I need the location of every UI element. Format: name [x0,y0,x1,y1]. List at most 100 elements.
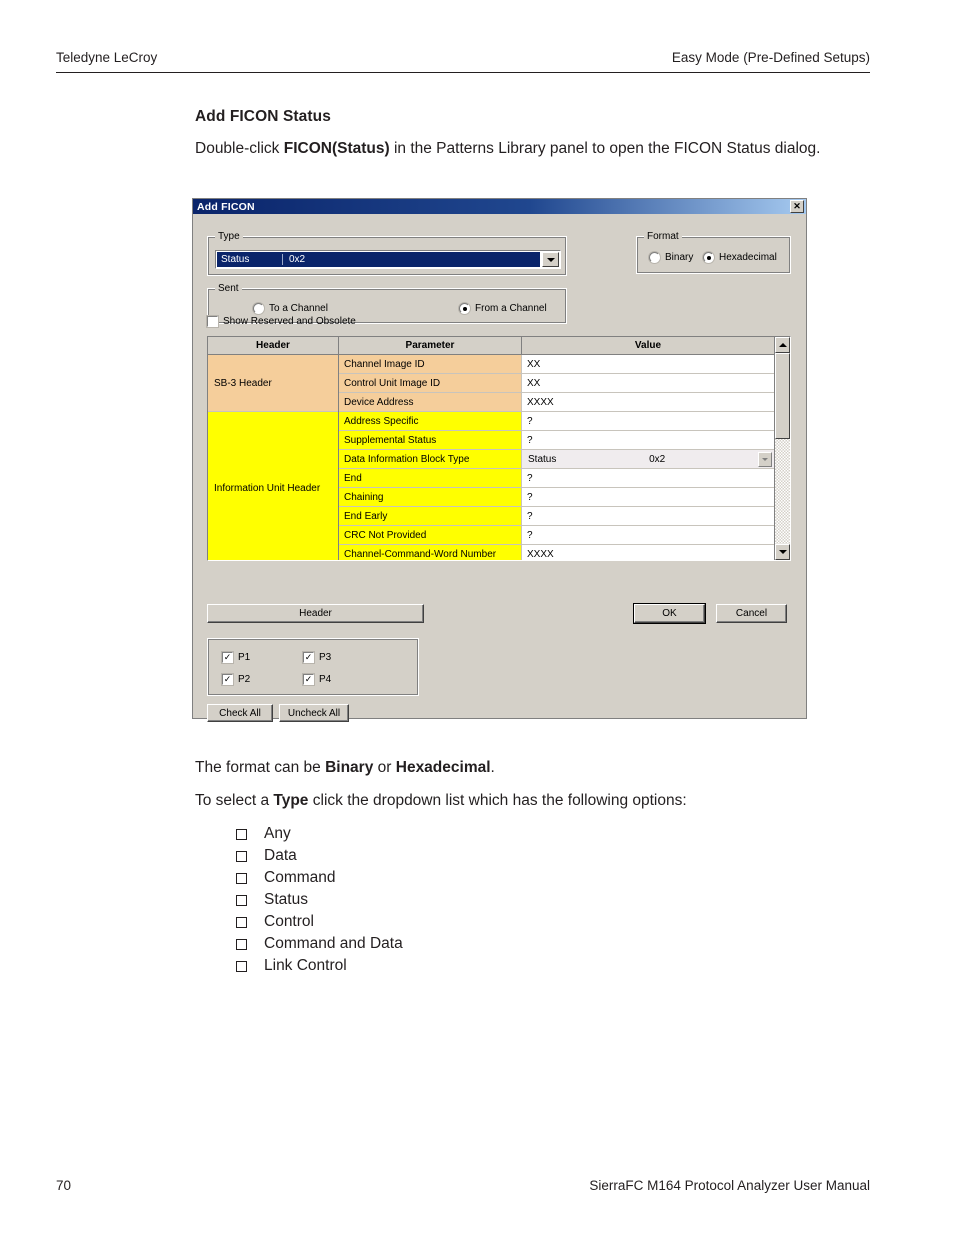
checkbox-p2-label: P2 [238,674,251,685]
row-parameter: Data Information Block Type [339,450,522,469]
table-row[interactable]: End Early ? [339,507,774,526]
scrollbar-track[interactable] [775,353,790,544]
chevron-down-icon[interactable] [542,252,559,267]
uncheck-all-button[interactable]: Uncheck All [279,704,349,722]
row-parameter: End Early [339,507,522,526]
row-value[interactable]: XXXX [522,393,774,412]
type-group-label: Type [215,231,243,242]
row-value[interactable]: ? [522,526,774,545]
intro-prefix: Double-click [195,140,284,157]
radio-hexadecimal[interactable]: Hexadecimal [703,252,777,263]
row-value[interactable]: XX [522,374,774,393]
table-row[interactable]: Channel Image ID XX [339,355,774,374]
list-item: Command and Data [236,933,656,955]
select-bold-type: Type [273,792,309,809]
close-icon[interactable]: ✕ [790,200,804,213]
radio-hexadecimal-label: Hexadecimal [719,252,777,263]
table-row[interactable]: Data Information Block Type Status 0x2 [339,450,774,469]
table-row[interactable]: Channel-Command-Word Number XXXX [339,545,774,560]
table-row[interactable]: Device Address XXXX [339,393,774,412]
type-options-list: Any Data Command Status Control Command … [236,823,656,977]
format-group-label: Format [644,231,682,242]
chevron-down-icon[interactable] [757,451,772,467]
checkbox-icon-checked: ✓ [303,652,314,663]
row-value[interactable]: XX [522,355,774,374]
list-item-label: Command and Data [264,935,403,952]
list-item: Status [236,889,656,911]
row-parameter: Channel Image ID [339,355,522,374]
row-value[interactable]: ? [522,431,774,450]
list-item-label: Control [264,913,314,930]
row-parameter: Supplemental Status [339,431,522,450]
check-all-button[interactable]: Check All [207,704,273,722]
group-name-column: SB-3 Header Information Unit Header [208,355,339,560]
bullet-square-icon [236,850,247,862]
bullet-square-icon [236,872,247,884]
show-reserved-label: Show Reserved and Obsolete [223,316,356,327]
table-row[interactable]: CRC Not Provided ? [339,526,774,545]
checkbox-p4[interactable]: ✓ P4 [303,674,331,685]
row-parameter: CRC Not Provided [339,526,522,545]
header-button[interactable]: Header [207,604,424,623]
page-footer: 70 SierraFC M164 Protocol Analyzer User … [56,1178,870,1193]
type-selected-name: Status [217,254,283,265]
footer-manual-title: SierraFC M164 Protocol Analyzer User Man… [589,1178,870,1193]
dialog-titlebar[interactable]: Add FICON ✕ [193,199,806,214]
checkbox-p2[interactable]: ✓ P2 [222,674,250,685]
checkbox-p3[interactable]: ✓ P3 [303,652,331,663]
row-parameter: Chaining [339,488,522,507]
group-label-information-unit-header: Information Unit Header [208,412,338,560]
table-row[interactable]: Address Specific ? [339,412,774,431]
scrollbar-thumb[interactable] [775,353,790,439]
checkbox-p4-label: P4 [319,674,332,685]
type-group: Type Status 0x2 [207,231,567,276]
checkbox-p1[interactable]: ✓ P1 [222,652,250,663]
show-reserved-checkbox[interactable]: Show Reserved and Obsolete [207,316,356,327]
scroll-down-icon[interactable] [775,544,790,560]
format-group: Format Binary Hexadecimal [636,231,791,274]
cancel-button[interactable]: Cancel [716,604,787,623]
format-paragraph: The format can be Binary or Hexadecimal. [195,759,495,777]
table-row[interactable]: End ? [339,469,774,488]
table-row[interactable]: Control Unit Image ID XX [339,374,774,393]
parameters-table: Header Parameter Value SB-3 Header Infor… [207,336,791,561]
type-combobox-selection: Status 0x2 [217,252,540,267]
radio-from-a-channel[interactable]: From a Channel [459,303,547,314]
scroll-up-icon[interactable] [775,337,790,353]
list-item: Link Control [236,955,656,977]
rows-column: Channel Image ID XX Control Unit Image I… [339,355,774,560]
bullet-square-icon [236,828,247,840]
row-value-code: 0x2 [649,453,666,465]
checkbox-p3-label: P3 [319,652,332,663]
type-combobox[interactable]: Status 0x2 [215,250,561,269]
footer-page-number: 70 [56,1178,72,1193]
header-left-text: Teledyne LeCroy [56,50,158,65]
column-header-parameter: Parameter [339,337,522,355]
table-row[interactable]: Supplemental Status ? [339,431,774,450]
ok-button[interactable]: OK [634,604,705,623]
bullet-square-icon [236,894,247,906]
row-value-combobox[interactable]: Status 0x2 [522,450,774,469]
list-item-label: Status [264,891,308,908]
row-parameter: Channel-Command-Word Number [339,545,522,560]
table-row[interactable]: Chaining ? [339,488,774,507]
table-body: SB-3 Header Information Unit Header Chan… [208,355,774,560]
bullet-square-icon [236,938,247,950]
radio-binary[interactable]: Binary [649,252,693,263]
format-bold-binary: Binary [325,759,374,776]
row-value[interactable]: ? [522,507,774,526]
intro-suffix: in the Patterns Library panel to open th… [389,140,821,157]
format-mid: or [373,759,396,776]
table-vertical-scrollbar[interactable] [774,337,790,560]
checkbox-icon-checked: ✓ [222,674,233,685]
row-value[interactable]: ? [522,469,774,488]
select-suffix: click the dropdown list which has the fo… [308,792,687,809]
radio-icon-unselected [253,303,264,314]
row-value[interactable]: ? [522,412,774,431]
list-item-label: Command [264,869,336,886]
header-right-text: Easy Mode (Pre-Defined Setups) [671,50,870,65]
radio-to-a-channel[interactable]: To a Channel [253,303,328,314]
row-value[interactable]: ? [522,488,774,507]
row-value[interactable]: XXXX [522,545,774,560]
radio-to-a-channel-label: To a Channel [269,303,328,314]
